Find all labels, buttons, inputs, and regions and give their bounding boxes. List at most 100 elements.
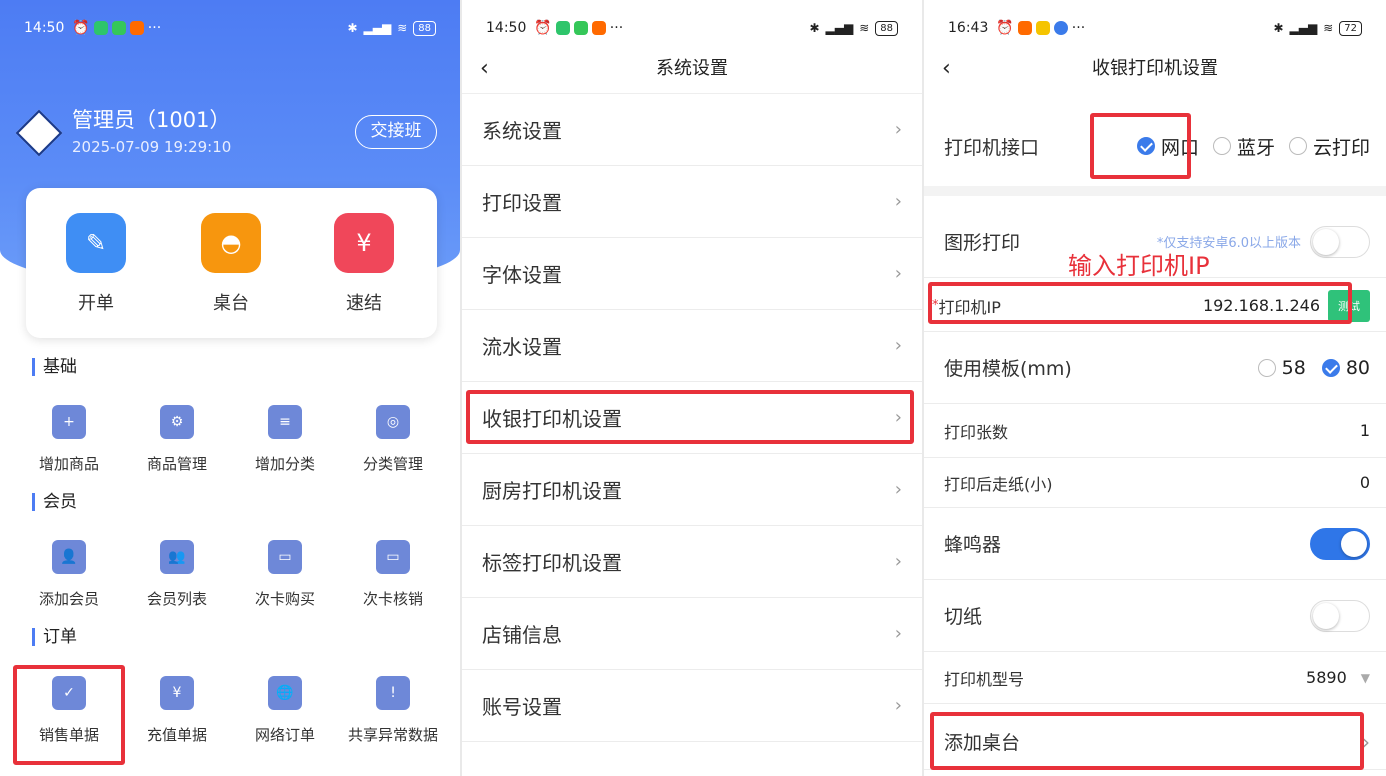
chevron-right-icon: › [894, 695, 902, 716]
printer-model-row[interactable]: 打印机型号 5890 ▼ [924, 652, 1386, 704]
signal-icon: ▂▄▆ [825, 21, 854, 35]
home-screen: 14:50 ⏰ ··· ✱ ▂▄▆ ≋ 88 管理员（1001） 2025-07… [0, 0, 460, 776]
paper-feed-value[interactable]: 0 [1360, 473, 1370, 492]
add-category-icon: ≡ [268, 405, 302, 439]
grid-item-member-list[interactable]: 👥 会员列表 [122, 540, 232, 609]
section-title-member: 会员 [32, 493, 77, 511]
page-title: 系统设置 [656, 58, 728, 79]
paper-feed-row[interactable]: 打印后走纸(小) 0 [924, 458, 1386, 508]
template-options: 58 80 [1257, 357, 1370, 379]
wifi-icon: ≋ [1323, 21, 1334, 35]
grid-item-add-member[interactable]: 👤 添加会员 [14, 540, 124, 609]
yuan-icon: ¥ [334, 213, 394, 273]
item-label: 账号设置 [482, 695, 562, 719]
grid-item-product-manage[interactable]: ⚙ 商品管理 [122, 405, 232, 474]
grid-item-shared-errors[interactable]: ! 共享异常数据 [338, 676, 448, 745]
status-bar: 14:50 ⏰ ··· ✱ ▂▄▆ ≋ 88 [462, 0, 922, 56]
settings-item-label-printer[interactable]: 标签打印机设置 › [462, 526, 922, 598]
alarm-icon: ⏰ [996, 20, 1014, 36]
status-right: ✱ ▂▄▆ ≋ 88 [347, 20, 436, 36]
template-row: 使用模板(mm) 58 80 [924, 332, 1386, 404]
radio-cloud[interactable] [1288, 137, 1307, 155]
settings-item-print[interactable]: 打印设置 › [462, 166, 922, 238]
signal-icon: ▂▄▆ [1289, 21, 1318, 35]
status-bar: 14:50 ⏰ ··· ✱ ▂▄▆ ≋ 88 [0, 0, 460, 56]
grid-label: 充值单据 [146, 726, 207, 744]
back-icon[interactable]: ‹ [480, 50, 489, 88]
grid-label: 共享异常数据 [347, 726, 438, 744]
page-title: 收银打印机设置 [1092, 58, 1218, 79]
model-value-wrap: 5890 ▼ [1306, 668, 1370, 687]
grid-item-recharge-receipts[interactable]: ¥ 充值单据 [122, 676, 232, 745]
section-title-base: 基础 [32, 358, 77, 376]
mi-icon [129, 21, 144, 35]
quick-label: 速结 [346, 293, 382, 314]
phone-icon [111, 21, 126, 35]
radio-bluetooth[interactable] [1212, 137, 1231, 155]
battery-icon: 88 [413, 20, 436, 36]
nav-bar: ‹ 收银打印机设置 [924, 50, 1386, 94]
phone-icon [573, 21, 588, 35]
row-label: 图形打印 [944, 232, 1021, 254]
settings-item-font[interactable]: 字体设置 › [462, 238, 922, 310]
category-manage-icon: ◎ [376, 405, 410, 439]
battery-icon: 72 [1339, 20, 1362, 36]
grid-item-add-product[interactable]: + 增加商品 [14, 405, 124, 474]
status-bar: 16:43 ⏰ ··· ✱ ▂▄▆ ≋ 72 [924, 0, 1386, 56]
graphic-print-toggle[interactable] [1310, 225, 1370, 258]
user-name: 管理员（1001） [72, 108, 231, 132]
table-icon: ◓ [201, 213, 261, 273]
row-label: 切纸 [944, 606, 983, 628]
item-label: 字体设置 [482, 263, 562, 287]
mi-icon [591, 21, 606, 35]
chevron-right-icon: › [894, 119, 902, 140]
printer-model-select[interactable]: 5890 [1306, 668, 1347, 687]
nav-bar: ‹ 系统设置 [462, 50, 922, 94]
chevron-right-icon: › [894, 263, 902, 284]
battery-icon: 88 [875, 20, 898, 36]
login-datetime: 2025-07-09 19:29:10 [72, 138, 232, 156]
status-icons: ⏰ ··· [72, 20, 161, 36]
settings-item-kitchen-printer[interactable]: 厨房打印机设置 › [462, 454, 922, 526]
more-dots: ··· [147, 20, 162, 36]
highlight-box [928, 282, 1352, 324]
grid-item-online-orders[interactable]: 🌐 网络订单 [230, 676, 340, 745]
item-label: 打印设置 [482, 191, 562, 215]
settings-item-account[interactable]: 账号设置 › [462, 670, 922, 742]
row-label: 打印后走纸(小) [944, 474, 1053, 494]
copies-value[interactable]: 1 [1360, 421, 1370, 440]
wifi-icon: ≋ [397, 21, 408, 35]
section-title-order: 订单 [32, 628, 77, 646]
wifi-icon: ≋ [859, 21, 870, 35]
settings-item-flow[interactable]: 流水设置 › [462, 310, 922, 382]
settings-item-system[interactable]: 系统设置 › [462, 94, 922, 166]
buzzer-toggle[interactable] [1310, 527, 1370, 560]
status-icons: ⏰ ··· [534, 20, 623, 36]
back-icon[interactable]: ‹ [942, 50, 951, 88]
grid-label: 增加商品 [38, 455, 99, 473]
grid-item-card-buy[interactable]: ▭ 次卡购买 [230, 540, 340, 609]
grid-item-card-redeem[interactable]: ▭ 次卡核销 [338, 540, 448, 609]
grid-item-add-category[interactable]: ≡ 增加分类 [230, 405, 340, 474]
item-label: 店铺信息 [482, 623, 562, 647]
copies-row[interactable]: 打印张数 1 [924, 404, 1386, 458]
meituan-icon [1035, 21, 1050, 35]
quick-table[interactable]: ◓ 桌台 [201, 213, 261, 315]
radio-80[interactable] [1321, 358, 1340, 377]
settings-item-store-info[interactable]: 店铺信息 › [462, 598, 922, 670]
item-label: 厨房打印机设置 [482, 479, 622, 503]
status-time: 14:50 [24, 20, 65, 36]
chevron-right-icon: › [894, 191, 902, 212]
bluetooth-icon: ✱ [809, 21, 820, 35]
quick-actions-card: ✎ 开单 ◓ 桌台 ¥ 速结 [26, 188, 437, 338]
grid-item-category-manage[interactable]: ◎ 分类管理 [338, 405, 448, 474]
member-list-icon: 👥 [160, 540, 194, 574]
online-order-icon: 🌐 [268, 676, 302, 710]
quick-checkout[interactable]: ¥ 速结 [334, 213, 394, 315]
paper-cut-toggle[interactable] [1310, 599, 1370, 632]
radio-58[interactable] [1257, 358, 1276, 377]
quick-open-order[interactable]: ✎ 开单 [66, 213, 126, 315]
card-buy-icon: ▭ [268, 540, 302, 574]
shift-button[interactable]: 交接班 [355, 115, 437, 149]
card-redeem-icon: ▭ [376, 540, 410, 574]
